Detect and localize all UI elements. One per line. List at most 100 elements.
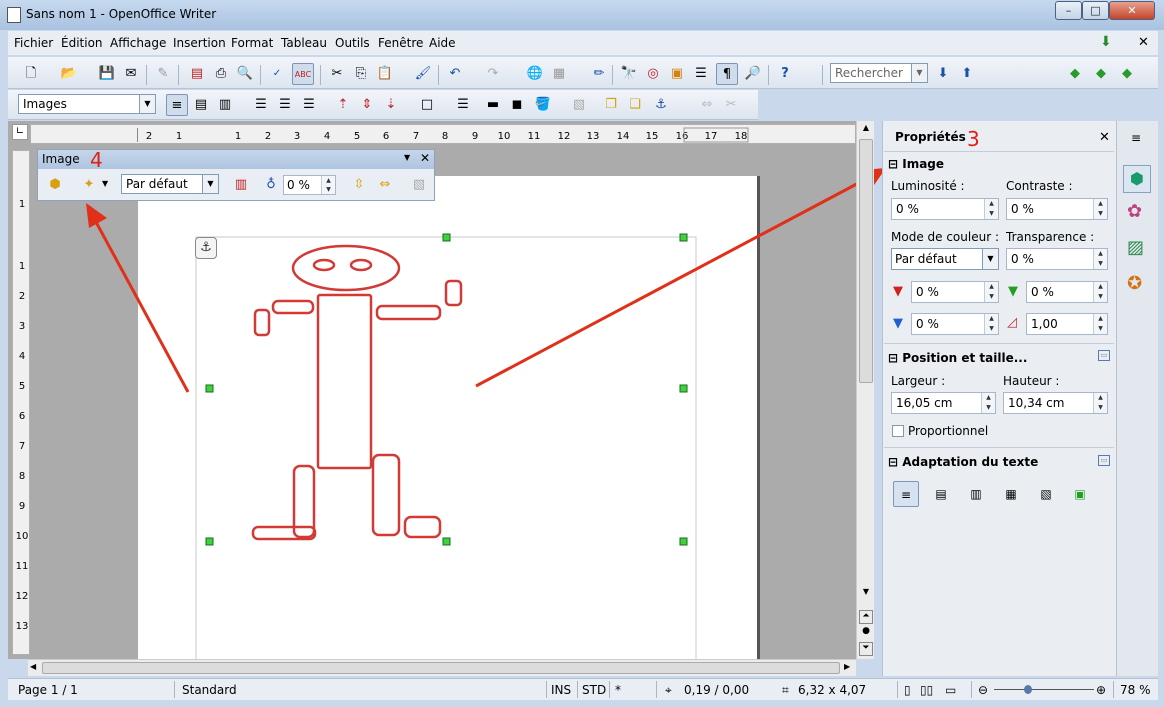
anchor-marker-icon[interactable]: ⚓ — [195, 237, 217, 259]
transparency-sidebar-input[interactable]: 0 % ▲ ▼ — [1006, 248, 1108, 270]
zoom-level[interactable]: 78 % — [1120, 683, 1151, 697]
close-sidebar-icon[interactable]: ✕ — [1099, 130, 1110, 145]
close-window-button[interactable]: ✕ — [1109, 1, 1155, 20]
toolbar-menu-chevron-icon[interactable]: ▼ — [404, 153, 410, 162]
status-separator — [546, 681, 547, 698]
flip-vertical-icon[interactable]: ⇳ — [348, 174, 370, 196]
selection-handles[interactable] — [205, 233, 688, 546]
wrap-through-button[interactable]: ▣ — [1067, 481, 1093, 507]
zoom-out-icon[interactable]: ⊖ — [978, 683, 988, 697]
close-toolbar-icon[interactable]: ✕ — [420, 151, 430, 165]
zoom-in-icon[interactable]: ⊕ — [1096, 683, 1106, 697]
wrap-parallel-button[interactable]: ▤ — [928, 481, 954, 507]
spinner-icon[interactable]: ▲ ▼ — [1093, 249, 1107, 269]
proportional-checkbox[interactable] — [892, 425, 904, 437]
book-view-icon[interactable]: ▭ — [945, 683, 956, 697]
flip-horizontal-icon[interactable]: ⇔ — [374, 174, 396, 196]
page-indicator[interactable]: Page 1 / 1 — [18, 683, 78, 697]
position-icon: ⌖ — [665, 683, 672, 697]
chevron-down-icon[interactable]: ▼ — [202, 175, 218, 193]
green-input[interactable]: 0 % ▲ ▼ — [1026, 281, 1108, 303]
wrap-left-button[interactable]: ▦ — [998, 481, 1024, 507]
width-input[interactable]: 16,05 cm ▲ ▼ — [891, 392, 996, 414]
vertical-scrollbar[interactable]: ▲ ▼ ⏶ ● ⏷ — [856, 121, 874, 659]
gallery-tab-icon[interactable]: ▨ — [1127, 237, 1144, 258]
spinner-icon[interactable]: ▲ ▼ — [981, 393, 995, 413]
extension-2-icon[interactable]: ◆ — [1090, 63, 1112, 85]
position-value: 0,19 / 0,00 — [684, 683, 750, 697]
brightness-input[interactable]: 0 % ▲ ▼ — [891, 198, 999, 220]
spinner-icon[interactable]: ▲ ▼ — [1093, 199, 1107, 219]
sidebar-menu-icon[interactable]: ≡ — [1131, 131, 1141, 145]
scroll-thumb[interactable] — [859, 139, 873, 383]
document-modified[interactable]: * — [615, 683, 621, 697]
zoom-slider-handle[interactable] — [1024, 685, 1032, 694]
position-section-header[interactable]: ⊟ Position et taille... — [888, 351, 1027, 365]
image-properties-icon[interactable]: ▧ — [408, 174, 430, 196]
download-icon[interactable]: ⬇ — [1100, 34, 1112, 50]
styles-tab-icon[interactable]: ✿ — [1127, 201, 1142, 222]
status-separator — [897, 681, 898, 698]
insert-image-icon[interactable]: ⬢ — [44, 174, 66, 196]
zoom-slider[interactable] — [994, 689, 1094, 690]
page-style[interactable]: Standard — [182, 683, 237, 697]
transparency-icon[interactable]: ♁ — [260, 174, 282, 196]
color-mode-select[interactable]: Par défaut ▼ — [891, 248, 999, 270]
single-page-view-icon[interactable]: ▯ — [904, 683, 911, 697]
horizontal-scroll-thumb[interactable] — [42, 662, 840, 674]
navigation-icon[interactable]: ● — [859, 626, 873, 640]
height-input[interactable]: 10,34 cm ▲ ▼ — [1003, 392, 1108, 414]
image-toolbar-header[interactable]: Image 4 ▼ ✕ — [38, 148, 434, 172]
red-input[interactable]: 0 % ▲ ▼ — [911, 281, 999, 303]
find-next-icon[interactable]: ⬇ — [932, 63, 954, 85]
selection-mode[interactable]: STD — [582, 683, 606, 697]
scroll-up-icon[interactable]: ▲ — [859, 123, 873, 137]
spinner-icon[interactable]: ▲ ▼ — [1093, 393, 1107, 413]
spinner-icon[interactable]: ▲ ▼ — [321, 176, 335, 194]
color-mode-label: Mode de couleur : — [891, 230, 999, 244]
stick-figure-image[interactable] — [251, 244, 463, 541]
gamma-input[interactable]: 1,00 ▲ ▼ — [1026, 313, 1108, 335]
horizontal-scrollbar[interactable]: ◀ ▶ — [28, 659, 856, 676]
spinner-icon[interactable]: ▲ ▼ — [1093, 282, 1107, 302]
extension-1-icon[interactable]: ◆ — [1064, 63, 1086, 85]
properties-tab-icon[interactable]: ⬢ — [1123, 165, 1151, 193]
more-options-icon[interactable]: ▭ — [1098, 455, 1110, 466]
minimize-button[interactable]: – — [1055, 1, 1082, 20]
status-separator — [971, 681, 972, 698]
chevron-down-icon[interactable]: ▼ — [911, 64, 927, 82]
wrap-none-button[interactable]: ≡ — [893, 481, 919, 507]
scroll-left-icon[interactable]: ◀ — [30, 662, 36, 671]
extension-3-icon[interactable]: ◆ — [1116, 63, 1138, 85]
close-document-icon[interactable]: ✕ — [1138, 35, 1149, 50]
spinner-icon[interactable]: ▲ ▼ — [1093, 314, 1107, 334]
find-previous-icon[interactable]: ⬆ — [956, 63, 978, 85]
image-section-header[interactable]: ⊟ Image — [888, 157, 944, 171]
chevron-down-icon[interactable]: ▼ — [982, 249, 998, 269]
spinner-icon[interactable]: ▲ ▼ — [984, 199, 998, 219]
transparency-input[interactable]: 0 % ▲ ▼ — [283, 175, 336, 195]
insert-mode[interactable]: INS — [551, 683, 571, 697]
previous-page-icon[interactable]: ⏶ — [859, 610, 873, 624]
color-icon[interactable]: ▥ — [230, 174, 252, 196]
next-page-icon[interactable]: ⏷ — [859, 642, 873, 656]
spinner-icon[interactable]: ▲ ▼ — [984, 314, 998, 334]
multi-page-view-icon[interactable]: ▯▯ — [920, 683, 933, 697]
wrap-optimal-button[interactable]: ▥ — [963, 481, 989, 507]
annotation-arrow-4 — [86, 203, 190, 393]
width-label: Largeur : — [891, 374, 946, 388]
wrap-right-button[interactable]: ▧ — [1033, 481, 1059, 507]
wrap-section-header[interactable]: ⊟ Adaptation du texte — [888, 455, 1038, 469]
scroll-down-icon[interactable]: ▼ — [859, 587, 873, 601]
more-options-icon[interactable]: ▭ — [1098, 350, 1110, 361]
maximize-button[interactable]: □ — [1082, 1, 1109, 20]
graphic-mode-select[interactable]: Par défaut ▼ — [121, 174, 219, 194]
navigator-tab-icon[interactable]: ✪ — [1127, 273, 1142, 294]
spinner-icon[interactable]: ▲ ▼ — [984, 282, 998, 302]
scroll-right-icon[interactable]: ▶ — [844, 662, 850, 671]
graphic-filter-icon[interactable]: ✦ — [78, 174, 100, 196]
sidebar-title: Propriétés — [895, 130, 966, 144]
chevron-down-icon[interactable]: ▼ — [102, 179, 108, 188]
blue-input[interactable]: 0 % ▲ ▼ — [911, 313, 999, 335]
contrast-input[interactable]: 0 % ▲ ▼ — [1006, 198, 1108, 220]
